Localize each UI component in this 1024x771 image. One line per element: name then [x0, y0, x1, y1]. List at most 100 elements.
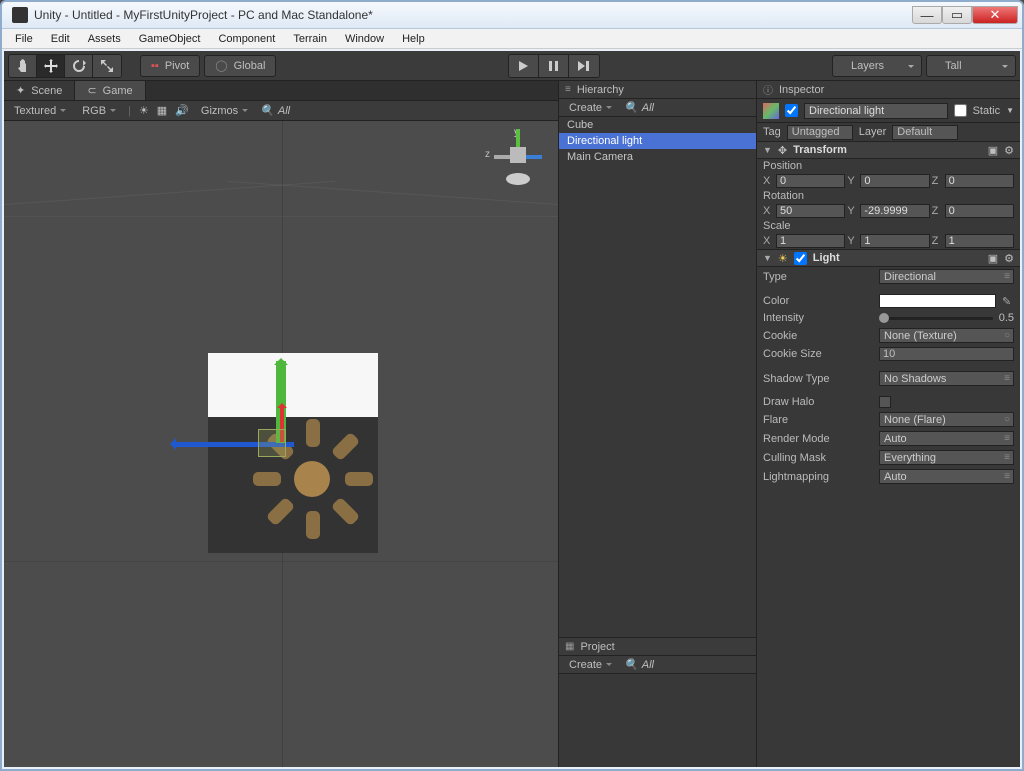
cullingmask-dropdown[interactable]: Everything: [879, 450, 1014, 465]
color-field[interactable]: [879, 294, 996, 308]
window-title: Unity - Untitled - MyFirstUnityProject -…: [34, 8, 912, 22]
active-checkbox[interactable]: [785, 104, 798, 117]
main-toolbar: ▪▪Pivot ◯Global Layers Tall: [4, 51, 1020, 81]
gizmos-dropdown[interactable]: Gizmos: [197, 105, 252, 117]
scale-z[interactable]: 1: [945, 234, 1014, 248]
cookie-field[interactable]: None (Texture): [879, 328, 1014, 343]
cookiesize-field[interactable]: 10: [879, 347, 1014, 361]
layer-dropdown[interactable]: Default: [892, 125, 958, 140]
cookie-label: Cookie: [763, 330, 873, 342]
tab-scene[interactable]: ✦Scene: [4, 81, 75, 100]
position-x[interactable]: 0: [776, 174, 845, 188]
tag-dropdown[interactable]: Untagged: [787, 125, 853, 140]
move-tool[interactable]: [37, 55, 65, 77]
maximize-button[interactable]: ▭: [942, 6, 972, 24]
gear-icon[interactable]: ⚙: [1004, 144, 1014, 157]
sun-icon: [294, 461, 330, 497]
static-checkbox[interactable]: [954, 104, 967, 117]
hierarchy-item-main-camera[interactable]: Main Camera: [559, 149, 756, 165]
menu-window[interactable]: Window: [336, 31, 393, 47]
orientation-gizmo[interactable]: y z: [488, 129, 548, 189]
menu-terrain[interactable]: Terrain: [284, 31, 336, 47]
help-icon[interactable]: ▣: [988, 144, 998, 157]
lightmapping-dropdown[interactable]: Auto: [879, 469, 1014, 484]
hierarchy-search[interactable]: 🔍All: [624, 101, 750, 114]
object-name-field[interactable]: Directional light: [804, 103, 948, 119]
position-z[interactable]: 0: [945, 174, 1014, 188]
sun-ray-icon: [266, 497, 296, 527]
rotate-tool[interactable]: [65, 55, 93, 77]
hierarchy-item-cube[interactable]: Cube: [559, 117, 756, 133]
project-assets[interactable]: [559, 674, 756, 767]
play-button[interactable]: [509, 55, 539, 77]
shadowtype-label: Shadow Type: [763, 373, 873, 385]
drawhalo-checkbox[interactable]: [879, 396, 891, 408]
scale-y[interactable]: 1: [860, 234, 929, 248]
minimize-button[interactable]: —: [912, 6, 942, 24]
menu-edit[interactable]: Edit: [42, 31, 79, 47]
hierarchy-create-dropdown[interactable]: Create: [565, 102, 616, 114]
hierarchy-item-directional-light[interactable]: Directional light: [559, 133, 756, 149]
hand-tool[interactable]: [9, 55, 37, 77]
rotation-x[interactable]: 50: [776, 204, 845, 218]
scene-viewport[interactable]: y z: [4, 121, 558, 767]
menu-assets[interactable]: Assets: [79, 31, 130, 47]
light-enabled-checkbox[interactable]: [794, 252, 807, 265]
inspector-icon: ⓘ: [763, 82, 773, 97]
static-label: Static: [973, 105, 1001, 117]
position-y[interactable]: 0: [860, 174, 929, 188]
titlebar[interactable]: Unity - Untitled - MyFirstUnityProject -…: [2, 2, 1022, 29]
game-icon: ⊂: [87, 84, 96, 97]
type-dropdown[interactable]: Directional: [879, 269, 1014, 284]
inspector-header[interactable]: ⓘInspector: [757, 81, 1020, 99]
project-header[interactable]: ▦Project: [559, 638, 756, 656]
audio-toggle-icon[interactable]: 🔊: [175, 104, 189, 117]
flare-field[interactable]: None (Flare): [879, 412, 1014, 427]
menu-help[interactable]: Help: [393, 31, 434, 47]
intensity-slider[interactable]: 0.5: [879, 312, 1014, 324]
menu-component[interactable]: Component: [209, 31, 284, 47]
shading-dropdown[interactable]: Textured: [10, 105, 70, 117]
gear-icon[interactable]: ⚙: [1004, 252, 1014, 265]
inspector-pane: ⓘInspector Directional light Static ▼ Ta…: [757, 81, 1020, 767]
grid-line: [4, 561, 558, 562]
project-toolbar: Create 🔍All: [559, 656, 756, 674]
menu-file[interactable]: File: [6, 31, 42, 47]
scale-tool[interactable]: [93, 55, 121, 77]
window-frame: Unity - Untitled - MyFirstUnityProject -…: [0, 0, 1024, 771]
move-plane-icon[interactable]: [258, 429, 286, 457]
transform-header[interactable]: ▼ ✥ Transform ▣ ⚙: [757, 141, 1020, 159]
rendermode-dropdown[interactable]: RGB: [78, 105, 120, 117]
project-search[interactable]: 🔍All: [624, 658, 750, 671]
close-button[interactable]: ✕: [972, 6, 1018, 24]
rotation-z[interactable]: 0: [945, 204, 1014, 218]
light-header[interactable]: ▼ ☀ Light ▣ ⚙: [757, 249, 1020, 267]
sun-ray-icon: [345, 472, 373, 486]
intensity-value[interactable]: 0.5: [999, 312, 1014, 324]
light-toggle-icon[interactable]: ☀: [139, 104, 149, 117]
view-tabs: ✦Scene ⊂Game: [4, 81, 558, 101]
rotation-fields: X50 Y-29.9999 Z0: [757, 203, 1020, 219]
step-button[interactable]: [569, 55, 599, 77]
rendermode-dropdown[interactable]: Auto: [879, 431, 1014, 446]
eyedropper-icon[interactable]: ✎: [1002, 295, 1014, 308]
pause-button[interactable]: [539, 55, 569, 77]
rotation-y[interactable]: -29.9999: [860, 204, 929, 218]
layout-dropdown[interactable]: Tall: [926, 55, 1016, 77]
static-dropdown-icon[interactable]: ▼: [1006, 106, 1014, 115]
search-icon: 🔍: [624, 101, 638, 114]
global-toggle[interactable]: ◯Global: [204, 55, 276, 77]
hierarchy-header[interactable]: ≡Hierarchy: [559, 81, 756, 99]
skybox-toggle-icon[interactable]: ▦: [157, 104, 167, 117]
light-icon: ☀: [778, 252, 788, 265]
scale-x[interactable]: 1: [776, 234, 845, 248]
menu-gameobject[interactable]: GameObject: [130, 31, 210, 47]
project-create-dropdown[interactable]: Create: [565, 659, 616, 671]
scene-search[interactable]: 🔍All: [260, 104, 552, 117]
help-icon[interactable]: ▣: [988, 252, 998, 265]
shadowtype-dropdown[interactable]: No Shadows: [879, 371, 1014, 386]
pivot-toggle[interactable]: ▪▪Pivot: [140, 55, 200, 77]
fx-divider: |: [128, 105, 131, 117]
layers-dropdown[interactable]: Layers: [832, 55, 922, 77]
tab-game[interactable]: ⊂Game: [75, 81, 145, 100]
